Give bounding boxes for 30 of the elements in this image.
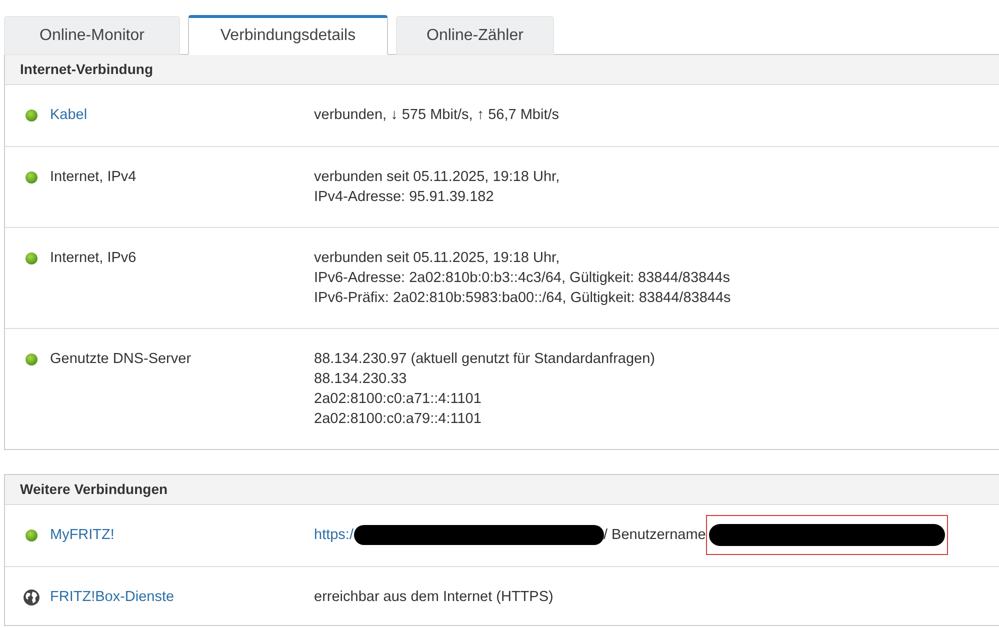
status-dot-icon [25, 108, 38, 122]
tab[interactable]: Verbindungsdetails [188, 15, 388, 55]
detail-text: erreichbar aus dem Internet (HTTPS) [314, 588, 554, 607]
section-header: Weitere Verbindungen [5, 475, 999, 505]
globe-icon [23, 588, 40, 606]
connection-link[interactable]: MyFRITZ! [50, 525, 114, 545]
detail-text: 2a02:8100:c0:a71::4:1101 [314, 390, 482, 409]
detail-text: verbunden seit 05.11.2025, 19:18 Uhr, [314, 168, 560, 187]
tab[interactable]: Online-Monitor [4, 16, 180, 55]
detail-text: 88.134.230.97 (aktuell genutzt für Standardanfragen) [314, 350, 655, 369]
detail-text: IPv6-Adresse: 2a02:810b:0:b3::4c3/64, Gültigkeit: 83844/83844s [314, 269, 730, 288]
detail-text: IPv4-Adresse: 95.91.39.182 [314, 188, 494, 207]
status-dot-icon [25, 170, 38, 184]
connection-label: Internet, IPv6 [50, 249, 136, 268]
connection-label: Genutzte DNS-Server [50, 350, 192, 369]
detail-text: verbunden seit 05.11.2025, 19:18 Uhr, [314, 249, 560, 268]
status-dot-icon [25, 352, 38, 366]
detail-text: verbunden, ↓ 575 Mbit/s, ↑ 56,7 Mbit/s [314, 106, 560, 125]
connection-link[interactable]: FRITZ!Box-Dienste [50, 587, 174, 607]
status-dot-icon [25, 528, 38, 542]
section-header: Internet-Verbindung [5, 55, 999, 85]
detail-text: IPv6-Präfix: 2a02:810b:5983:ba00::/64, Gültigkeit: 83844/83844s [314, 289, 731, 308]
connection-link[interactable]: Kabel [50, 105, 88, 125]
status-dot-icon [25, 252, 38, 264]
tab[interactable]: Online-Zähler [396, 16, 554, 55]
detail-text: 88.134.230.33 [314, 370, 407, 389]
url-link[interactable]: https:/ [314, 525, 354, 545]
detail-text: 2a02:8100:c0:a79::4:1101 [314, 410, 482, 429]
detail-text: / Benutzername [604, 526, 706, 545]
connection-label: Internet, IPv4 [50, 168, 136, 187]
